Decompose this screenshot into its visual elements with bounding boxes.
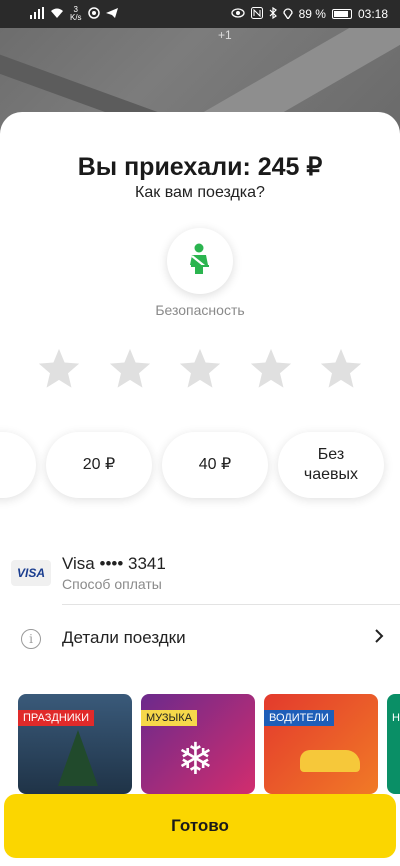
telegram-icon <box>105 7 118 22</box>
snowflake-icon: ❄ <box>177 735 214 784</box>
christmas-tree-image <box>58 730 98 786</box>
nfc-icon <box>250 6 263 22</box>
story-card[interactable]: Н <box>387 694 400 794</box>
tip-option-none[interactable]: Без чаевых <box>278 432 384 498</box>
payment-method-caption: Способ оплаты <box>62 576 162 592</box>
payment-method-row[interactable]: VISA Visa •••• 3341 Способ оплаты <box>0 552 400 606</box>
story-tag: МУЗЫКА <box>141 710 198 726</box>
star-icon[interactable] <box>318 346 364 392</box>
trip-details-row[interactable]: i Детали поездки <box>0 620 400 660</box>
car-image <box>300 750 360 772</box>
stories-row: ПРАЗДНИКИ ❄ МУЗЫКА ВОДИТЕЛИ Н <box>18 694 400 794</box>
story-tag: ВОДИТЕЛИ <box>264 710 334 726</box>
status-left: 3 K/s <box>30 6 118 22</box>
battery-icon <box>331 9 352 19</box>
seatbelt-icon <box>187 243 213 280</box>
status-bar: 3 K/s 89 % 03:18 <box>0 0 400 28</box>
battery-percent: 89 % <box>298 7 326 21</box>
tip-option-40[interactable]: 40 ₽ <box>162 432 268 498</box>
divider <box>62 604 400 605</box>
speed-unit: K/s <box>70 13 82 22</box>
eye-icon <box>230 7 245 21</box>
wifi-icon <box>50 7 64 22</box>
tips-row: 20 ₽ 40 ₽ Без чаевых <box>0 432 384 498</box>
clock: 03:18 <box>357 7 388 21</box>
tip-option-hidden[interactable] <box>0 432 36 498</box>
trip-price-title: Вы приехали: 245 ₽ <box>77 153 323 181</box>
star-icon[interactable] <box>107 346 153 392</box>
visa-card-icon: VISA <box>11 560 51 586</box>
trip-question: Как вам поездка? <box>135 184 265 201</box>
star-icon[interactable] <box>36 346 82 392</box>
map-badge: +1 <box>218 28 232 42</box>
story-card[interactable]: ВОДИТЕЛИ <box>264 694 378 794</box>
info-icon: i <box>21 629 41 649</box>
bluetooth-icon <box>269 6 277 22</box>
screen: 3 K/s 89 % 03:18 +1 Вы приехали: 245 ₽ К… <box>0 0 400 866</box>
trip-complete-sheet: Вы приехали: 245 ₽ Как вам поездка? Безо… <box>0 112 400 866</box>
chevron-right-icon <box>374 628 384 649</box>
star-icon[interactable] <box>248 346 294 392</box>
signal-icon <box>30 6 44 22</box>
story-tag: ПРАЗДНИКИ <box>18 710 94 726</box>
location-icon <box>282 7 293 22</box>
rating-stars <box>36 346 364 392</box>
tip-option-20[interactable]: 20 ₽ <box>46 432 152 498</box>
trip-details-label: Детали поездки <box>62 628 186 647</box>
star-icon[interactable] <box>177 346 223 392</box>
battery-fill <box>333 11 348 17</box>
story-tag: Н <box>392 712 400 724</box>
safety-label: Безопасность <box>155 302 245 318</box>
app-notification-icon <box>87 6 100 22</box>
story-card[interactable]: ❄ МУЗЫКА <box>141 694 255 794</box>
payment-card-label: Visa •••• 3341 <box>62 554 166 573</box>
done-button[interactable]: Готово <box>4 794 396 858</box>
story-card[interactable]: ПРАЗДНИКИ <box>18 694 132 794</box>
network-speed: 3 K/s <box>70 6 82 22</box>
status-right: 89 % 03:18 <box>230 6 388 22</box>
safety-button[interactable] <box>167 228 233 294</box>
